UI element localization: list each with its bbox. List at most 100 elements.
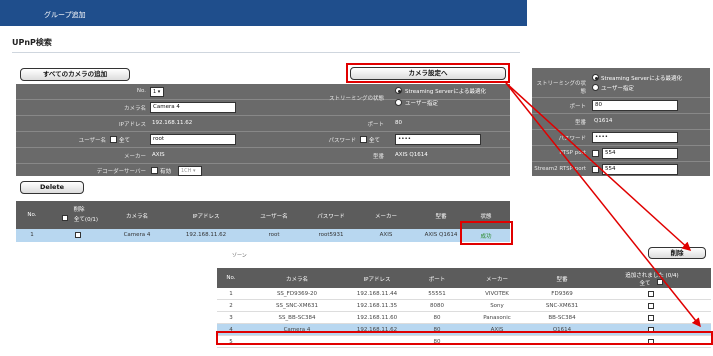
rp-rtsp-label: RTSP port (559, 150, 586, 156)
password-input[interactable]: •••• (395, 134, 481, 145)
rp-port-input[interactable]: 80 (592, 100, 678, 111)
decoder-checkbox[interactable] (151, 167, 158, 174)
camera-name-input[interactable]: Camera 4 (150, 102, 236, 113)
rp-stream2-label: Stream2 RTSP port (534, 166, 586, 172)
streaming-opt2-radio[interactable] (395, 99, 402, 106)
maker-label: メーカー (123, 154, 146, 160)
rp-row-stream2: Stream2 RTSP port 554 (532, 162, 710, 178)
list-cell-name: SS_FD9369-20 (276, 291, 318, 297)
decoder-select[interactable]: 1CH ▾ (178, 166, 202, 176)
list-small-label: ゾーン (232, 253, 247, 259)
list-table-row[interactable]: 3 SS_BB-SC384 192.168.11.60 80 Panasonic BB-S… (217, 312, 711, 324)
list-table-header: No. カメラ名 IPアドレス ポート メーカー 型番 追加されました (0/4… (217, 268, 711, 288)
delete-jp-button[interactable]: 削除 (648, 247, 706, 259)
row-model: AXIS Q1614 (424, 232, 458, 238)
divider (12, 52, 520, 53)
list-cell-no: 2 (229, 303, 233, 309)
rp-model-label: 型番 (574, 120, 586, 126)
rp-rtsp-checkbox[interactable] (592, 150, 599, 157)
list-cell-model: FD9369 (551, 291, 573, 297)
no-value: 1 (153, 89, 157, 95)
list-row-checkbox[interactable] (648, 315, 654, 321)
streaming-opt1-label: Streaming Serverによる最適化 (405, 89, 487, 95)
list-table-row[interactable]: 1 SS_FD9369-20 192.168.11.44 55551 VIVOTEK FD… (217, 288, 711, 300)
password-all-checkbox[interactable] (360, 136, 367, 143)
form-row-decoder: デコーダーサーバー 有効 1CH ▾ (16, 164, 510, 180)
rp-opt2-radio[interactable] (592, 84, 599, 91)
list-cell-maker: Panasonic (483, 315, 511, 321)
lth-maker: メーカー (485, 277, 508, 283)
th-no: No. (27, 212, 37, 218)
rp-model-value: Q1614 (594, 118, 613, 124)
row-password: root5931 (318, 232, 344, 238)
tab-group-add[interactable]: グループ追加 (18, 5, 134, 26)
th-model: 型番 (435, 214, 447, 220)
streaming-opt2-label: ユーザー指定 (405, 101, 438, 107)
ip-value: 192.168.11.62 (152, 120, 193, 126)
password-label: パスワード (328, 138, 356, 144)
streaming-opt1-radio[interactable] (395, 87, 402, 94)
rp-rtsp-input[interactable]: 554 (602, 148, 678, 159)
user-input[interactable]: root (150, 134, 236, 145)
th-camera-name: カメラ名 (125, 214, 148, 220)
rp-opt1-radio[interactable] (592, 74, 599, 81)
list-cell-port: 8080 (430, 303, 444, 309)
form-row-maker: メーカー AXIS 型番 AXIS Q1614 (16, 148, 510, 164)
row-maker: AXIS (379, 232, 393, 238)
highlight-status (460, 221, 513, 245)
list-cell-ip: 192.168.11.60 (356, 315, 398, 321)
list-cell-name: SS_BB-SC384 (278, 315, 316, 321)
th-status: 状態 (480, 214, 492, 220)
lth-all: 全て (639, 281, 651, 287)
list-cell-ip: 192.168.11.35 (356, 303, 398, 309)
rp-stream2-checkbox[interactable] (592, 166, 599, 173)
rp-password-label: パスワード (558, 136, 586, 142)
row-ip: 192.168.11.62 (185, 232, 227, 238)
maker-value: AXIS (152, 152, 165, 158)
camera-name-label: カメラ名 (123, 106, 146, 112)
user-all-checkbox[interactable] (110, 136, 117, 143)
rp-stream2-input[interactable]: 554 (602, 164, 678, 175)
list-row-checkbox[interactable] (648, 291, 654, 297)
ip-label: IPアドレス (119, 122, 146, 128)
password-all-label: 全て (369, 138, 381, 144)
th-ip: IPアドレス (192, 214, 220, 220)
list-all-checkbox[interactable] (657, 279, 663, 285)
highlight-camera-settings (346, 63, 510, 83)
no-select[interactable]: 1 ▾ (150, 87, 164, 97)
rp-row-streaming: ストリーミングの状態 Streaming Serverによる最適化 ユーザー指定 (532, 68, 710, 98)
list-table-row[interactable]: 2 SS_SNC-XM631 192.168.11.35 8080 Sony SNC-XM… (217, 300, 711, 312)
add-all-cameras-button[interactable]: すべてのカメラの追加 (20, 68, 130, 81)
lth-port: ポート (428, 277, 446, 283)
list-cell-maker: Sony (490, 303, 504, 309)
list-row-checkbox[interactable] (648, 303, 654, 309)
form-row-ip: IPアドレス 192.168.11.62 ポート 80 (16, 116, 510, 132)
rp-row-rtsp: RTSP port 554 (532, 146, 710, 162)
rp-password-input[interactable]: •••• (592, 132, 678, 143)
rp-streaming-label: ストリーミングの状態 (536, 81, 586, 95)
form-row-no: No. 1 ▾ ストリーミングの状態 Streaming Serverによる最適… (16, 84, 510, 102)
form-row-camera-name: カメラ名 Camera 4 ユーザー指定 (16, 99, 510, 116)
lth-model: 型番 (556, 277, 568, 283)
list-cell-no: 3 (229, 315, 233, 321)
lth-camera-name: カメラ名 (285, 277, 308, 283)
list-cell-no: 1 (229, 291, 233, 297)
decoder-select-value: 1CH (181, 168, 192, 174)
delete-button[interactable]: Delete (20, 181, 84, 194)
rp-row-password: パスワード •••• (532, 130, 710, 146)
th-delete-sub: 全て(0/1) (73, 217, 99, 223)
user-label: ユーザー名 (78, 138, 106, 144)
no-label: No. (136, 88, 146, 94)
row-delete-checkbox[interactable] (75, 232, 81, 238)
th-password: パスワード (317, 214, 345, 220)
list-cell-model: SNC-XM631 (545, 303, 579, 309)
lth-ip: IPアドレス (363, 277, 391, 283)
row-no: 1 (30, 232, 34, 238)
decoder-check-label: 有効 (160, 169, 172, 175)
right-settings-panel: ストリーミングの状態 Streaming Serverによる最適化 ユーザー指定… (532, 68, 710, 176)
camera-table-header: No. 削除 全て(0/1) カメラ名 IPアドレス ユーザー名 パスワード メ… (16, 201, 510, 229)
camera-table-row[interactable]: 1 Camera 4 192.168.11.62 root root5931 A… (16, 229, 510, 242)
lth-no: No. (226, 275, 236, 281)
row-camera-name: Camera 4 (123, 232, 151, 238)
th-delete: 削除 (73, 207, 85, 213)
